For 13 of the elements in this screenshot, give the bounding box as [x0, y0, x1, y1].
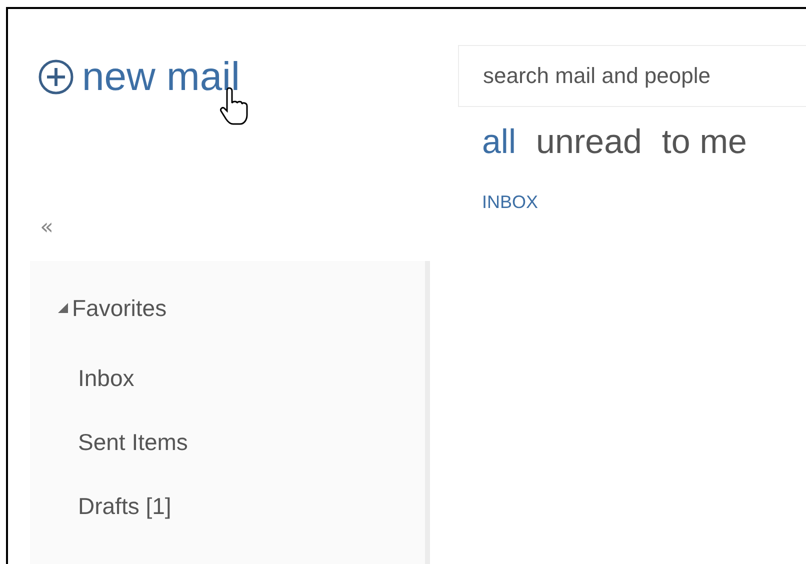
filter-tab[interactable]: unread [536, 125, 642, 159]
expanded-triangle-icon[interactable] [58, 303, 68, 314]
search-field[interactable]: search mail and people [458, 45, 806, 107]
folder-item[interactable]: Sent Items [78, 424, 188, 460]
filter-tab[interactable]: to me [662, 125, 747, 159]
new-mail-button[interactable]: new mail [38, 57, 240, 97]
folder-item[interactable]: Drafts [1] [78, 488, 172, 524]
collapse-button[interactable]: « [40, 217, 54, 239]
folder-item[interactable]: Inbox [78, 360, 134, 396]
filter-tab[interactable]: all [482, 125, 516, 159]
folder-title: INBOX [482, 191, 540, 214]
favorites-heading[interactable]: Favorites [72, 291, 167, 326]
plus-circle-icon [38, 59, 74, 95]
